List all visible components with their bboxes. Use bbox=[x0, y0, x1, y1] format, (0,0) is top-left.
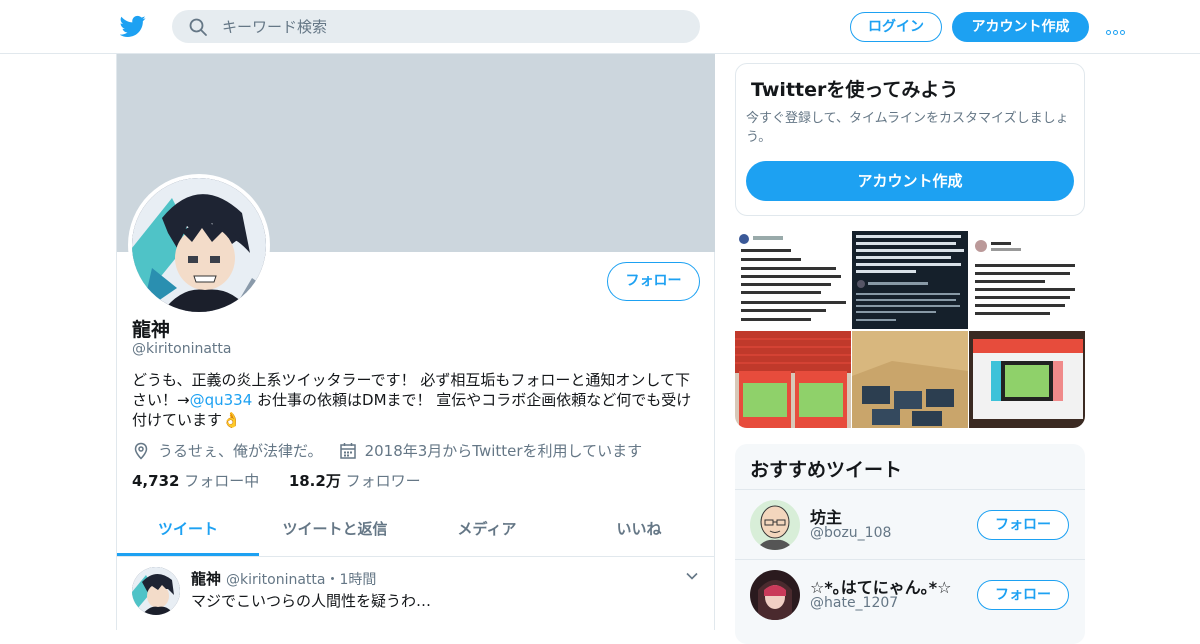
profile-bio: どうも、正義の炎上系ツイッタラーです！ 必ず相互垢もフォローと通知オンして下さい… bbox=[132, 370, 702, 430]
recommended-user-handle[interactable]: @bozu_108 bbox=[810, 525, 891, 541]
switch-box-photo bbox=[969, 331, 1085, 428]
profile-meta: うるせぇ、俺が法律だ。 2018年3月からTwitterを利用しています bbox=[132, 440, 642, 461]
recommended-user-avatar[interactable] bbox=[750, 570, 800, 620]
search-icon bbox=[189, 18, 207, 36]
recommended-follow-button[interactable]: フォロー bbox=[977, 510, 1069, 540]
tweet-avatar[interactable] bbox=[132, 567, 180, 615]
avatar-illustration bbox=[132, 178, 266, 312]
following-label: フォロー中 bbox=[184, 472, 260, 490]
following-count: 4,732 bbox=[132, 472, 180, 490]
tweet-author-name[interactable]: 龍神 bbox=[191, 568, 221, 589]
console-boxes-photo bbox=[852, 331, 968, 428]
search-box[interactable] bbox=[172, 10, 700, 43]
signup-prompt-title: Twitterを使ってみよう bbox=[751, 79, 959, 101]
login-button[interactable]: ログイン bbox=[850, 12, 942, 42]
tweet-screenshot-thumbnail bbox=[735, 231, 851, 329]
dark-tweet-screenshot-thumbnail bbox=[852, 231, 968, 329]
following-link[interactable]: 4,732 フォロー中 bbox=[132, 472, 259, 490]
chevron-down-icon[interactable] bbox=[685, 569, 699, 583]
game-boxes-photo bbox=[735, 331, 851, 428]
tweet-text: マジでこいつらの人間性を疑うわ… bbox=[191, 592, 432, 610]
profile-counts: 4,732 フォロー中 18.2万 フォロワー bbox=[132, 470, 421, 491]
followers-link[interactable]: 18.2万 フォロワー bbox=[289, 472, 421, 490]
search-input[interactable] bbox=[222, 10, 682, 43]
recommended-user-row[interactable]: ☆*｡はてにゃん｡*☆ @hate_1207 フォロー bbox=[735, 559, 1085, 629]
media-thumb[interactable] bbox=[852, 331, 968, 428]
girl-photo-avatar bbox=[750, 570, 800, 620]
tab-media[interactable]: メディア bbox=[411, 504, 563, 556]
profile-handle: @kiritoninatta bbox=[132, 341, 232, 357]
profile-name: 龍神 bbox=[132, 319, 171, 341]
recommended-user-row[interactable]: 坊主 @bozu_108 フォロー bbox=[735, 489, 1085, 559]
profile-column: フォロー 龍神 @kiritoninatta どうも、正義の炎上系ツイッタラーで… bbox=[116, 54, 715, 630]
recommended-tweets-panel: おすすめツイート 坊主 @bozu_108 フォロー ☆*｡はてにゃん｡*☆ @… bbox=[735, 444, 1085, 644]
media-thumb[interactable] bbox=[735, 331, 851, 428]
top-navigation-bar: ログイン アカウント作成 bbox=[0, 0, 1200, 54]
media-thumb[interactable] bbox=[735, 231, 851, 329]
bio-mention-link[interactable]: @qu334 bbox=[190, 391, 253, 409]
signup-prompt-button[interactable]: アカウント作成 bbox=[746, 161, 1074, 201]
media-thumb[interactable] bbox=[852, 231, 968, 329]
signup-prompt-description: 今すぐ登録して、タイムラインをカスタマイズしましょう。 bbox=[746, 111, 1069, 145]
signup-prompt-card: Twitterを使ってみよう 今すぐ登録して、タイムラインをカスタマイズしましょ… bbox=[735, 63, 1085, 216]
twitter-bird-icon[interactable] bbox=[120, 13, 146, 39]
bald-monk-avatar bbox=[750, 500, 800, 550]
signup-button[interactable]: アカウント作成 bbox=[952, 12, 1089, 42]
media-grid bbox=[735, 231, 1085, 428]
tweet-avatar-illustration bbox=[132, 567, 180, 615]
profile-avatar[interactable] bbox=[128, 174, 270, 316]
tweet-item[interactable]: 龍神 @kiritoninatta・1時間 マジでこいつらの人間性を疑うわ… bbox=[117, 557, 715, 637]
recommended-user-avatar[interactable] bbox=[750, 500, 800, 550]
recommended-title: おすすめツイート bbox=[750, 459, 903, 481]
recommended-user-handle[interactable]: @hate_1207 bbox=[810, 595, 898, 611]
tweet-screenshot-thumbnail-2 bbox=[969, 231, 1085, 329]
tab-tweets[interactable]: ツイート bbox=[117, 504, 259, 556]
followers-count: 18.2万 bbox=[288, 472, 341, 490]
profile-location: うるせぇ、俺が法律だ。 bbox=[158, 442, 323, 460]
tab-likes[interactable]: いいね bbox=[563, 504, 715, 556]
more-dots-icon[interactable] bbox=[1106, 20, 1130, 35]
followers-label: フォロワー bbox=[345, 472, 421, 490]
calendar-icon bbox=[339, 442, 356, 459]
media-thumb[interactable] bbox=[969, 231, 1085, 329]
media-thumb[interactable] bbox=[969, 331, 1085, 428]
profile-tabs: ツイート ツイートと返信 メディア いいね bbox=[117, 504, 715, 557]
location-pin-icon bbox=[134, 442, 148, 460]
follow-button[interactable]: フォロー bbox=[607, 262, 700, 301]
recommended-follow-button[interactable]: フォロー bbox=[977, 580, 1069, 610]
tweet-author-handle-time[interactable]: @kiritoninatta・1時間 bbox=[226, 569, 376, 589]
tab-tweets-and-replies[interactable]: ツイートと返信 bbox=[259, 504, 411, 556]
profile-joined-date: 2018年3月からTwitterを利用しています bbox=[364, 442, 643, 460]
